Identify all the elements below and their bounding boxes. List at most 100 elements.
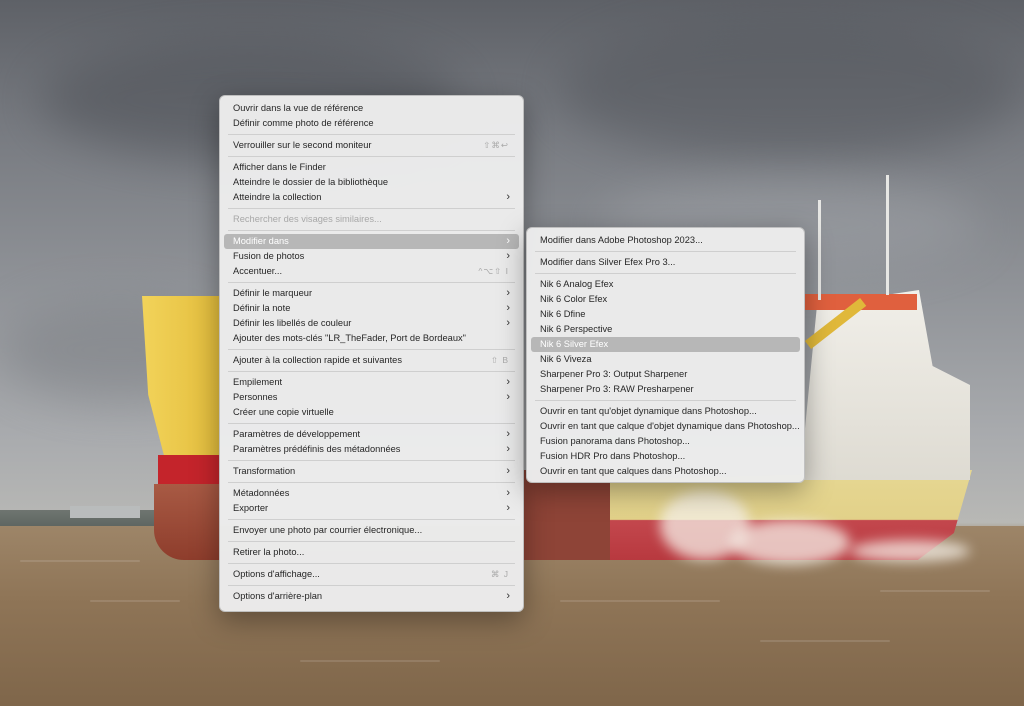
menu-item-label: Transformation: [233, 466, 296, 476]
menu-item-label: Nik 6 Silver Efex: [540, 339, 609, 349]
menu-separator: [228, 282, 515, 283]
menu-item-nik-6-color-efex[interactable]: Nik 6 Color Efex: [531, 292, 800, 307]
menu-item-ouvrir-dans-la-vue-de-reference[interactable]: Ouvrir dans la vue de référence: [224, 101, 519, 116]
menu-item-definir-comme-photo-de-reference[interactable]: Définir comme photo de référence: [224, 116, 519, 131]
menu-separator: [228, 423, 515, 424]
menu-item-sharpener-pro-3-raw-presharpener[interactable]: Sharpener Pro 3: RAW Presharpener: [531, 382, 800, 397]
menu-item-shortcut: ⇧⌘↩: [483, 140, 509, 150]
menu-item-exporter[interactable]: Exporter ›: [224, 501, 519, 516]
menu-separator: [228, 349, 515, 350]
menu-item-fusion-panorama-dans-photoshop[interactable]: Fusion panorama dans Photoshop...: [531, 434, 800, 449]
chevron-right-icon: ›: [506, 317, 510, 329]
chevron-right-icon: ›: [506, 235, 510, 247]
menu-separator: [535, 251, 796, 252]
shore-building: [70, 506, 140, 518]
menu-separator: [228, 519, 515, 520]
menu-item-label: Options d'arrière-plan: [233, 591, 323, 601]
menu-item-label: Modifier dans: [233, 236, 289, 246]
menu-item-label: Sharpener Pro 3: Output Sharpener: [540, 369, 688, 379]
menu-item-atteindre-le-dossier-de-la-bibliotheque[interactable]: Atteindre le dossier de la bibliothèque: [224, 175, 519, 190]
chevron-right-icon: ›: [506, 376, 510, 388]
menu-item-modifier-dans[interactable]: Modifier dans ›: [224, 234, 519, 249]
barge-bow: [142, 296, 220, 461]
menu-item-verrouiller-sur-le-second-moniteur[interactable]: Verrouiller sur le second moniteur ⇧⌘↩: [224, 138, 519, 153]
menu-item-rechercher-des-visages-similaires: Rechercher des visages similaires...: [224, 212, 519, 227]
menu-item-label: Ouvrir en tant que calque d'objet dynami…: [540, 421, 800, 431]
menu-item-label: Définir la note: [233, 303, 291, 313]
menu-item-nik-6-perspective[interactable]: Nik 6 Perspective: [531, 322, 800, 337]
ship-mast: [886, 175, 889, 295]
menu-item-shortcut: ⇧ B: [490, 355, 509, 365]
menu-item-label: Atteindre la collection: [233, 192, 322, 202]
menu-item-creer-une-copie-virtuelle[interactable]: Créer une copie virtuelle: [224, 405, 519, 420]
menu-item-definir-les-libelles-de-couleur[interactable]: Définir les libellés de couleur ›: [224, 316, 519, 331]
menu-item-nik-6-dfine[interactable]: Nik 6 Dfine: [531, 307, 800, 322]
menu-item-metadonnees[interactable]: Métadonnées ›: [224, 486, 519, 501]
chevron-right-icon: ›: [506, 391, 510, 403]
edit-in-submenu: Modifier dans Adobe Photoshop 2023... Mod…: [526, 227, 805, 483]
menu-item-definir-la-note[interactable]: Définir la note ›: [224, 301, 519, 316]
menu-item-shortcut: ^⌥⇧ I: [478, 266, 509, 276]
chevron-right-icon: ›: [506, 250, 510, 262]
menu-item-empilement[interactable]: Empilement ›: [224, 375, 519, 390]
menu-item-personnes[interactable]: Personnes ›: [224, 390, 519, 405]
menu-item-label: Personnes: [233, 392, 278, 402]
menu-item-label: Empilement: [233, 377, 283, 387]
menu-item-label: Ouvrir en tant que calques dans Photosho…: [540, 466, 727, 476]
menu-item-retirer-la-photo[interactable]: Retirer la photo...: [224, 545, 519, 560]
menu-separator: [228, 563, 515, 564]
menu-item-label: Afficher dans le Finder: [233, 162, 326, 172]
menu-item-label: Rechercher des visages similaires...: [233, 214, 382, 224]
menu-item-fusion-hdr-pro-dans-photoshop[interactable]: Fusion HDR Pro dans Photoshop...: [531, 449, 800, 464]
chevron-right-icon: ›: [506, 191, 510, 203]
menu-separator: [228, 134, 515, 135]
menu-separator: [228, 208, 515, 209]
menu-item-parametres-predefinis-des-metadonnees[interactable]: Paramètres prédéfinis des métadonnées ›: [224, 442, 519, 457]
menu-item-label: Verrouiller sur le second moniteur: [233, 140, 372, 150]
menu-item-ajouter-a-la-collection-rapide-et-suivantes[interactable]: Ajouter à la collection rapide et suivan…: [224, 353, 519, 368]
menu-item-modifier-dans-adobe-photoshop-2023[interactable]: Modifier dans Adobe Photoshop 2023...: [531, 233, 800, 248]
menu-item-options-d-affichage[interactable]: Options d'affichage... ⌘ J: [224, 567, 519, 582]
barge-stripe: [158, 455, 220, 485]
chevron-right-icon: ›: [506, 287, 510, 299]
menu-item-ouvrir-en-tant-que-calque-d-objet-dynamique-dans-photoshop[interactable]: Ouvrir en tant que calque d'objet dynami…: [531, 419, 800, 434]
menu-item-afficher-dans-le-finder[interactable]: Afficher dans le Finder: [224, 160, 519, 175]
ship-superstructure: [800, 290, 970, 480]
menu-item-sharpener-pro-3-output-sharpener[interactable]: Sharpener Pro 3: Output Sharpener: [531, 367, 800, 382]
menu-separator: [228, 156, 515, 157]
menu-item-ouvrir-en-tant-qu-objet-dynamique-dans-photoshop[interactable]: Ouvrir en tant qu'objet dynamique dans P…: [531, 404, 800, 419]
menu-item-nik-6-silver-efex[interactable]: Nik 6 Silver Efex: [531, 337, 800, 352]
menu-item-label: Ajouter à la collection rapide et suivan…: [233, 355, 402, 365]
menu-item-transformation[interactable]: Transformation ›: [224, 464, 519, 479]
menu-item-label: Paramètres prédéfinis des métadonnées: [233, 444, 401, 454]
menu-item-envoyer-une-photo-par-courrier-electronique[interactable]: Envoyer une photo par courrier électroni…: [224, 523, 519, 538]
menu-separator: [228, 482, 515, 483]
menu-item-fusion-de-photos[interactable]: Fusion de photos ›: [224, 249, 519, 264]
ship-mast: [818, 200, 821, 300]
menu-item-ouvrir-en-tant-que-calques-dans-photoshop[interactable]: Ouvrir en tant que calques dans Photosho…: [531, 464, 800, 479]
menu-item-nik-6-analog-efex[interactable]: Nik 6 Analog Efex: [531, 277, 800, 292]
menu-item-ajouter-des-mots-cles-lr-thefader-port-de-bordeaux[interactable]: Ajouter des mots-clés "LR_TheFader, Port…: [224, 331, 519, 346]
menu-item-label: Paramètres de développement: [233, 429, 361, 439]
menu-item-label: Atteindre le dossier de la bibliothèque: [233, 177, 389, 187]
menu-item-label: Sharpener Pro 3: RAW Presharpener: [540, 384, 694, 394]
menu-separator: [535, 273, 796, 274]
menu-item-label: Fusion de photos: [233, 251, 305, 261]
chevron-right-icon: ›: [506, 428, 510, 440]
menu-item-label: Modifier dans Adobe Photoshop 2023...: [540, 235, 703, 245]
menu-item-label: Nik 6 Dfine: [540, 309, 586, 319]
menu-item-label: Ouvrir dans la vue de référence: [233, 103, 364, 113]
menu-separator: [228, 585, 515, 586]
chevron-right-icon: ›: [506, 590, 510, 602]
chevron-right-icon: ›: [506, 465, 510, 477]
menu-item-parametres-de-developpement[interactable]: Paramètres de développement ›: [224, 427, 519, 442]
menu-item-definir-le-marqueur[interactable]: Définir le marqueur ›: [224, 286, 519, 301]
menu-item-modifier-dans-silver-efex-pro-3[interactable]: Modifier dans Silver Efex Pro 3...: [531, 255, 800, 270]
menu-item-options-d-arriere-plan[interactable]: Options d'arrière-plan ›: [224, 589, 519, 604]
chevron-right-icon: ›: [506, 443, 510, 455]
menu-item-atteindre-la-collection[interactable]: Atteindre la collection ›: [224, 190, 519, 205]
menu-item-label: Ajouter des mots-clés "LR_TheFader, Port…: [233, 333, 466, 343]
menu-item-nik-6-viveza[interactable]: Nik 6 Viveza: [531, 352, 800, 367]
menu-item-accentuer[interactable]: Accentuer... ^⌥⇧ I: [224, 264, 519, 279]
menu-separator: [228, 371, 515, 372]
